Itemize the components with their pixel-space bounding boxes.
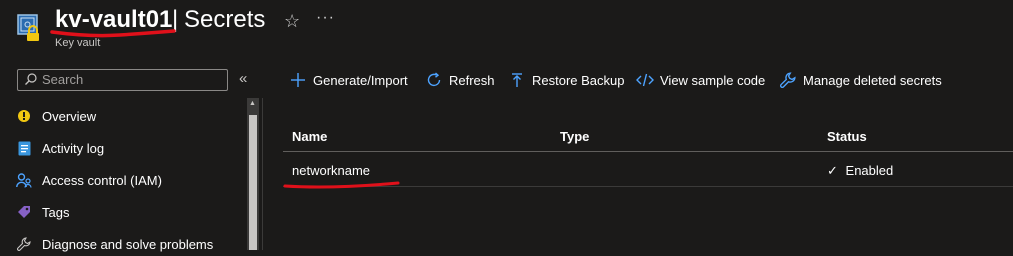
column-header-name[interactable]: Name [292,129,327,144]
page-title: Secrets [184,6,266,33]
key-vault-icon [16,12,46,42]
plus-icon [289,71,307,89]
toolbar-label: Refresh [449,72,495,88]
secret-name-link[interactable]: networkname [292,163,370,178]
sidebar-item-label: Tags [42,204,70,220]
search-input[interactable]: Search [17,69,228,91]
status-label: Enabled [845,163,894,178]
sidebar-item-overview[interactable]: Overview [16,104,242,128]
sidebar-item-label: Diagnose and solve problems [42,236,214,252]
collapse-sidebar-icon[interactable]: « [239,70,247,87]
sidebar-item-access-control[interactable]: Access control (IAM) [16,168,242,192]
sidebar-item-diagnose[interactable]: Diagnose and solve problems [16,232,242,256]
access-control-icon [16,172,32,188]
activity-log-icon [16,140,32,156]
toolbar-label: Generate/Import [313,72,408,88]
manage-deleted-secrets-button[interactable]: Manage deleted secrets [779,68,942,92]
annotation-underline-title [50,29,176,38]
table-header-divider [283,151,1013,152]
scroll-up-arrow-icon[interactable]: ▲ [249,100,256,107]
wrench-icon [779,71,797,89]
upload-icon [508,71,526,89]
scrollbar-thumb[interactable] [249,115,257,250]
sidebar-divider [262,98,263,250]
tags-icon [16,204,32,220]
sidebar-item-activity-log[interactable]: Activity log [16,136,242,160]
restore-backup-button[interactable]: Restore Backup [508,68,625,92]
generate-import-button[interactable]: Generate/Import [289,68,408,92]
checkmark-icon: ✓ [827,163,838,178]
toolbar-label: Restore Backup [532,72,625,88]
status-cell: ✓ Enabled [827,163,893,179]
column-header-type[interactable]: Type [560,129,589,144]
annotation-underline-secret [283,181,400,189]
more-options-icon[interactable]: ··· [316,9,335,27]
toolbar-label: Manage deleted secrets [803,72,942,88]
sidebar-item-label: Activity log [42,140,105,156]
search-placeholder: Search [42,72,84,87]
column-header-status[interactable]: Status [827,129,867,144]
refresh-button[interactable]: Refresh [425,68,495,92]
overview-icon [16,108,32,124]
refresh-icon [425,71,443,89]
toolbar-label: View sample code [660,72,766,88]
sidebar-item-label: Access control (IAM) [42,172,162,188]
favorite-star-icon[interactable]: ☆ [284,11,300,32]
sidebar-item-label: Overview [42,108,97,124]
view-sample-code-button[interactable]: View sample code [636,68,765,92]
sidebar-item-tags[interactable]: Tags [16,200,242,224]
search-icon [25,73,37,85]
code-icon [636,71,654,89]
